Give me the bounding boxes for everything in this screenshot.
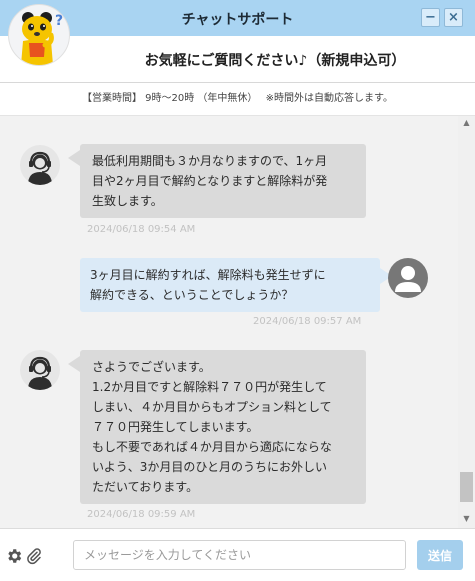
operator-message: さようでございます。 1.2か月目ですと解除料７７０円が発生して しまい、４か月… xyxy=(80,350,366,504)
bear-mascot-icon: ? xyxy=(8,4,70,66)
close-button[interactable]: × xyxy=(444,8,463,27)
operator-message: 最低利用期間も３か月なりますので、1ヶ月 目や2ヶ月目で解約となりますと解除料が… xyxy=(80,144,366,218)
chat-scrollbar[interactable]: ▲ ▼ xyxy=(458,116,475,528)
business-hours-notice: 【営業時間】 9時～20時 （年中無休） ※時間外は自動応答します。 xyxy=(0,83,475,116)
gear-icon[interactable] xyxy=(5,547,23,565)
chat-footer: 送信 xyxy=(0,528,475,581)
scroll-down-icon[interactable]: ▼ xyxy=(458,514,475,523)
close-icon: × xyxy=(448,10,459,25)
paperclip-icon[interactable] xyxy=(25,545,43,567)
scroll-up-icon[interactable]: ▲ xyxy=(458,118,475,127)
operator-avatar-icon xyxy=(20,350,60,390)
message-timestamp: 2024/06/18 09:57 AM xyxy=(253,316,362,327)
chat-messages-area[interactable]: 最低利用期間も３か月なりますので、1ヶ月 目や2ヶ月目で解約となりますと解除料が… xyxy=(0,116,458,528)
send-button[interactable]: 送信 xyxy=(417,540,463,570)
user-message: 3ヶ月目に解約すれば、解除料も発生せずに 解約できる、ということでしょうか？ xyxy=(80,258,380,312)
chat-header: お気軽にご質問ください♪（新規申込可） xyxy=(0,36,475,83)
scrollbar-thumb[interactable] xyxy=(460,472,473,502)
title-bar: チャットサポート − × xyxy=(0,0,475,36)
user-avatar-icon xyxy=(388,258,428,298)
header-subtitle: お気軽にご質問ください♪（新規申込可） xyxy=(144,53,406,69)
window-title: チャットサポート xyxy=(181,12,294,28)
svg-text:?: ? xyxy=(55,13,63,29)
minimize-icon: − xyxy=(425,10,436,25)
minimize-button[interactable]: − xyxy=(421,8,440,27)
message-timestamp: 2024/06/18 09:59 AM xyxy=(87,509,196,520)
message-input[interactable] xyxy=(73,540,406,570)
message-timestamp: 2024/06/18 09:54 AM xyxy=(87,224,196,235)
operator-avatar-icon xyxy=(20,145,60,185)
